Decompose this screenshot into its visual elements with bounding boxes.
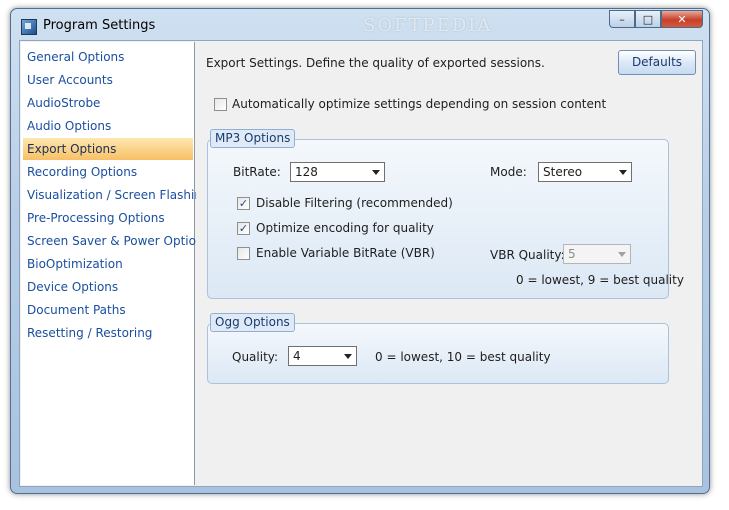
- sidebar-item-device-options[interactable]: Device Options: [23, 276, 193, 298]
- sidebar-item-document-paths[interactable]: Document Paths: [23, 299, 193, 321]
- defaults-button[interactable]: Defaults: [618, 50, 696, 75]
- ogg-quality-value: 4: [293, 349, 301, 363]
- sidebar-item-resetting-restoring[interactable]: Resetting / Restoring: [23, 322, 193, 344]
- mode-dropdown-arrow-icon: [619, 170, 627, 175]
- checkmark-icon: ✓: [238, 222, 249, 235]
- mode-select[interactable]: Stereo: [538, 162, 632, 182]
- sidebar-item-audio-options[interactable]: Audio Options: [23, 115, 193, 137]
- sidebar-item-visualization[interactable]: Visualization / Screen Flashing: [23, 184, 210, 206]
- export-options-panel: Export Settings. Define the quality of e…: [196, 42, 701, 485]
- disable-filtering-checkbox[interactable]: ✓: [237, 197, 250, 210]
- vbr-quality-hint: 0 = lowest, 9 = best quality: [516, 273, 684, 287]
- auto-optimize-label: Automatically optimize settings dependin…: [232, 97, 607, 111]
- disable-filtering-label: Disable Filtering (recommended): [256, 196, 453, 210]
- sidebar-item-user-accounts[interactable]: User Accounts: [23, 69, 193, 91]
- watermark-text: SOFTPEDIA: [363, 15, 493, 36]
- vbr-quality-label: VBR Quality:: [490, 248, 565, 262]
- sidebar-item-general-options[interactable]: General Options: [23, 46, 193, 68]
- minimize-button[interactable]: –: [609, 10, 635, 28]
- vbr-quality-select[interactable]: 5: [563, 244, 631, 264]
- panel-description: Export Settings. Define the quality of e…: [206, 56, 545, 70]
- ogg-quality-select[interactable]: 4: [288, 346, 357, 366]
- maximize-button[interactable]: □: [635, 10, 661, 28]
- settings-category-list: General Options User Accounts AudioStrob…: [21, 42, 210, 485]
- sidebar-item-recording-options[interactable]: Recording Options: [23, 161, 193, 183]
- optimize-encoding-checkbox[interactable]: ✓: [237, 222, 250, 235]
- optimize-encoding-label: Optimize encoding for quality: [256, 221, 434, 235]
- auto-optimize-checkbox[interactable]: [214, 98, 227, 111]
- bitrate-value: 128: [295, 165, 318, 179]
- ogg-quality-hint: 0 = lowest, 10 = best quality: [375, 350, 551, 364]
- title-bar[interactable]: Program Settings SOFTPEDIA – □ ✕: [11, 9, 709, 41]
- caption-buttons: – □ ✕: [609, 10, 703, 28]
- vbr-quality-dropdown-arrow-icon: [618, 252, 626, 257]
- window-title: Program Settings: [43, 18, 156, 33]
- bitrate-label: BitRate:: [233, 165, 281, 179]
- client-area: General Options User Accounts AudioStrob…: [19, 40, 703, 487]
- checkmark-icon: ✓: [238, 197, 249, 210]
- program-settings-window: Program Settings SOFTPEDIA – □ ✕ General…: [10, 8, 710, 494]
- mode-value: Stereo: [543, 165, 583, 179]
- sidebar-item-export-options[interactable]: Export Options: [23, 138, 193, 160]
- sidebar-item-audiostrobe[interactable]: AudioStrobe: [23, 92, 193, 114]
- ogg-options-title: Ogg Options: [210, 313, 295, 332]
- mp3-options-title: MP3 Options: [210, 129, 296, 148]
- mode-label: Mode:: [490, 165, 527, 179]
- sidebar-item-screen-saver-power[interactable]: Screen Saver & Power Options: [23, 230, 210, 252]
- mp3-options-group: MP3 Options BitRate: 128 Mode: Stereo ✓ …: [207, 129, 684, 299]
- ogg-quality-dropdown-arrow-icon: [344, 354, 352, 359]
- maximize-icon: □: [642, 12, 654, 26]
- close-button[interactable]: ✕: [661, 10, 703, 28]
- sidebar-item-pre-processing[interactable]: Pre-Processing Options: [23, 207, 193, 229]
- close-icon: ✕: [677, 12, 687, 26]
- vbr-checkbox[interactable]: [237, 247, 250, 260]
- app-icon: [21, 19, 37, 35]
- vbr-quality-value: 5: [568, 247, 576, 261]
- bitrate-dropdown-arrow-icon: [372, 170, 380, 175]
- bitrate-select[interactable]: 128: [290, 162, 385, 182]
- minimize-icon: –: [619, 12, 625, 26]
- vbr-label: Enable Variable BitRate (VBR): [256, 246, 435, 260]
- ogg-options-group: Ogg Options Quality: 4 0 = lowest, 10 = …: [207, 313, 669, 384]
- ogg-quality-label: Quality:: [232, 350, 279, 364]
- sidebar-item-biooptimization[interactable]: BioOptimization: [23, 253, 193, 275]
